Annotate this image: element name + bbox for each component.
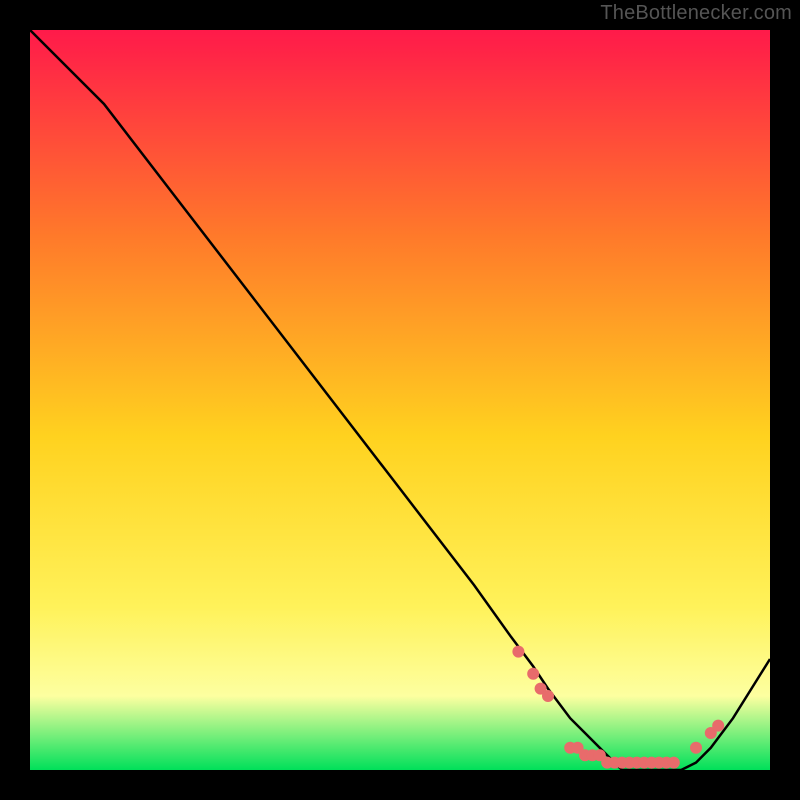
gradient-bg bbox=[30, 30, 770, 770]
plot-area bbox=[30, 30, 770, 770]
data-point bbox=[527, 668, 539, 680]
watermark-text: TheBottlenecker.com bbox=[600, 2, 792, 25]
data-point bbox=[668, 757, 680, 769]
data-point bbox=[712, 720, 724, 732]
data-point bbox=[512, 646, 524, 658]
data-point bbox=[690, 742, 702, 754]
chart-svg bbox=[30, 30, 770, 770]
chart-container: TheBottlenecker.com bbox=[0, 0, 800, 800]
data-point bbox=[542, 690, 554, 702]
